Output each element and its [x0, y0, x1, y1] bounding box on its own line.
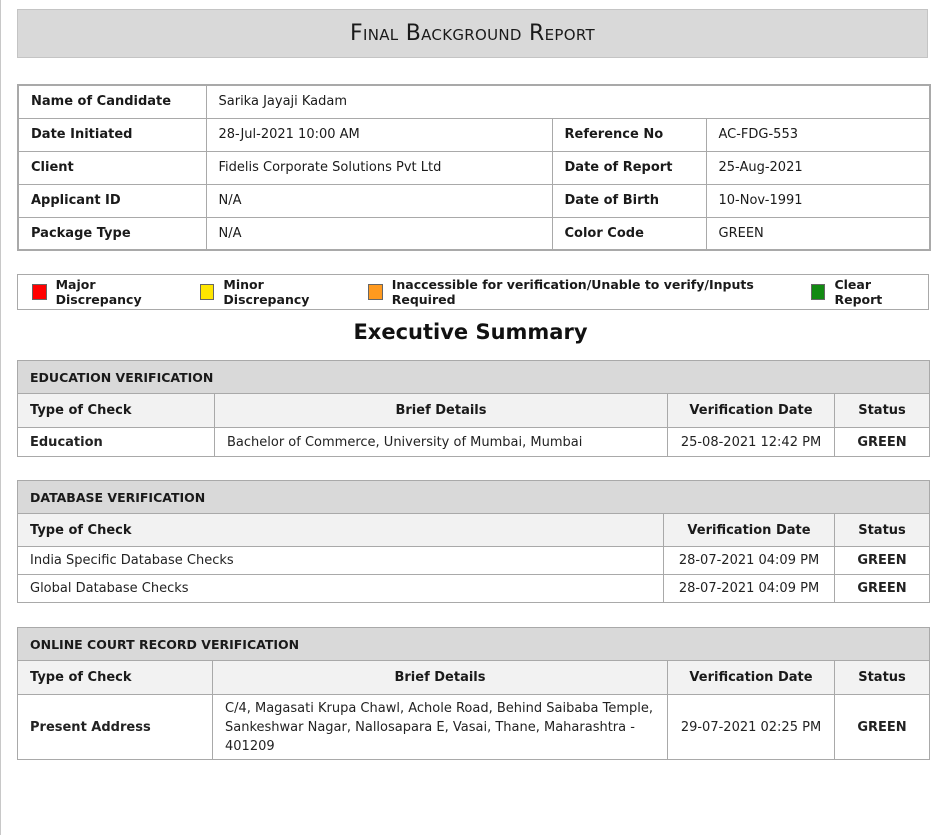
package-label: Package Type	[17, 216, 207, 251]
page-left-rule	[0, 0, 1, 835]
col-verification-date: Verification Date	[667, 393, 835, 428]
col-status: Status	[833, 393, 931, 428]
name-label: Name of Candidate	[17, 84, 207, 119]
date-of-report-value: 25-Aug-2021	[705, 150, 931, 185]
brief-details: Bachelor of Commerce, University of Mumb…	[214, 427, 668, 457]
col-verification-date: Verification Date	[667, 660, 835, 695]
applicant-id-value: N/A	[205, 183, 553, 218]
minor-swatch	[199, 284, 215, 300]
applicant-id-label: Applicant ID	[17, 183, 207, 218]
check-type: Present Address	[17, 694, 213, 760]
dob-value: 10-Nov-1991	[705, 183, 931, 218]
executive-summary-title: Executive Summary	[353, 320, 588, 344]
date-initiated-label: Date Initiated	[17, 117, 207, 152]
check-type: Global Database Checks	[17, 574, 664, 603]
verification-date: 28-07-2021 04:09 PM	[663, 574, 835, 603]
status-value: GREEN	[833, 546, 931, 575]
candidate-info-table: Name of Candidate Sarika Jayaji Kadam Da…	[17, 84, 932, 251]
inaccessible-swatch	[368, 284, 383, 300]
date-of-report-label: Date of Report	[551, 150, 707, 185]
verification-date: 25-08-2021 12:42 PM	[667, 427, 835, 457]
database-section-header: DATABASE VERIFICATION	[16, 480, 931, 514]
date-initiated-value: 28-Jul-2021 10:00 AM	[205, 117, 553, 152]
col-type-of-check: Type of Check	[17, 660, 213, 695]
check-type: India Specific Database Checks	[17, 546, 664, 575]
col-verification-date: Verification Date	[663, 513, 835, 547]
education-verification-table: EDUCATION VERIFICATION Type of Check Bri…	[16, 360, 931, 457]
col-type-of-check: Type of Check	[17, 393, 215, 428]
court-column-header: Type of Check Brief Details Verification…	[17, 660, 931, 695]
table-row: India Specific Database Checks 28-07-202…	[17, 546, 931, 575]
info-row-date-initiated: Date Initiated 28-Jul-2021 10:00 AM Refe…	[17, 117, 931, 152]
verification-date: 29-07-2021 02:25 PM	[667, 694, 835, 760]
legend-clear-label: Clear Report	[834, 277, 883, 307]
check-type: Education	[17, 427, 215, 457]
database-verification-table: DATABASE VERIFICATION Type of Check Veri…	[16, 480, 931, 603]
info-row-package: Package Type N/A Color Code GREEN	[17, 216, 931, 251]
info-row-client: Client Fidelis Corporate Solutions Pvt L…	[17, 150, 931, 185]
court-heading: ONLINE COURT RECORD VERIFICATION	[16, 627, 931, 661]
legend-inaccessible-label: Inaccessible for verification/Unable to …	[391, 277, 754, 307]
database-heading: DATABASE VERIFICATION	[16, 480, 931, 514]
verification-date: 28-07-2021 04:09 PM	[663, 546, 835, 575]
legend-major-label: Major Discrepancy	[55, 277, 142, 307]
legend-clear: Clear Report	[810, 277, 914, 307]
col-brief-details: Brief Details	[212, 660, 668, 695]
color-code-value: GREEN	[705, 216, 931, 251]
col-status: Status	[833, 660, 931, 695]
info-row-applicant: Applicant ID N/A Date of Birth 10-Nov-19…	[17, 183, 931, 218]
color-code-label: Color Code	[551, 216, 707, 251]
education-section-header: EDUCATION VERIFICATION	[16, 360, 931, 394]
client-value: Fidelis Corporate Solutions Pvt Ltd	[205, 150, 553, 185]
col-status: Status	[833, 513, 931, 547]
table-row: Education Bachelor of Commerce, Universi…	[17, 427, 931, 457]
dob-label: Date of Birth	[551, 183, 707, 218]
legend-major: Major Discrepancy	[32, 277, 173, 307]
court-record-verification-table: ONLINE COURT RECORD VERIFICATION Type of…	[16, 627, 931, 760]
report-title-bar: Final Background Report	[17, 9, 928, 58]
legend-inaccessible: Inaccessible for verification/Unable to …	[368, 277, 781, 307]
status-value: GREEN	[833, 427, 931, 457]
col-type-of-check: Type of Check	[17, 513, 664, 547]
col-brief-details: Brief Details	[214, 393, 668, 428]
client-label: Client	[17, 150, 207, 185]
table-row: Present Address C/4, Magasati Krupa Chaw…	[17, 694, 931, 760]
education-column-header: Type of Check Brief Details Verification…	[17, 393, 931, 428]
reference-label: Reference No	[551, 117, 707, 152]
court-section-header: ONLINE COURT RECORD VERIFICATION	[16, 627, 931, 661]
package-value: N/A	[205, 216, 553, 251]
legend-minor: Minor Discrepancy	[199, 277, 341, 307]
brief-details: C/4, Magasati Krupa Chawl, Achole Road, …	[212, 694, 668, 760]
name-value: Sarika Jayaji Kadam	[205, 84, 931, 119]
status-value: GREEN	[833, 574, 931, 603]
major-swatch	[32, 284, 47, 300]
color-legend: Major Discrepancy Minor Discrepancy Inac…	[17, 274, 929, 310]
reference-value: AC-FDG-553	[705, 117, 931, 152]
legend-minor-label: Minor Discrepancy	[223, 277, 310, 307]
database-column-header: Type of Check Verification Date Status	[17, 513, 931, 547]
table-row: Global Database Checks 28-07-2021 04:09 …	[17, 574, 931, 603]
education-heading: EDUCATION VERIFICATION	[16, 360, 931, 394]
status-value: GREEN	[833, 694, 931, 760]
clear-swatch	[810, 284, 826, 300]
report-title: Final Background Report	[350, 21, 595, 46]
info-row-name: Name of Candidate Sarika Jayaji Kadam	[17, 84, 931, 119]
